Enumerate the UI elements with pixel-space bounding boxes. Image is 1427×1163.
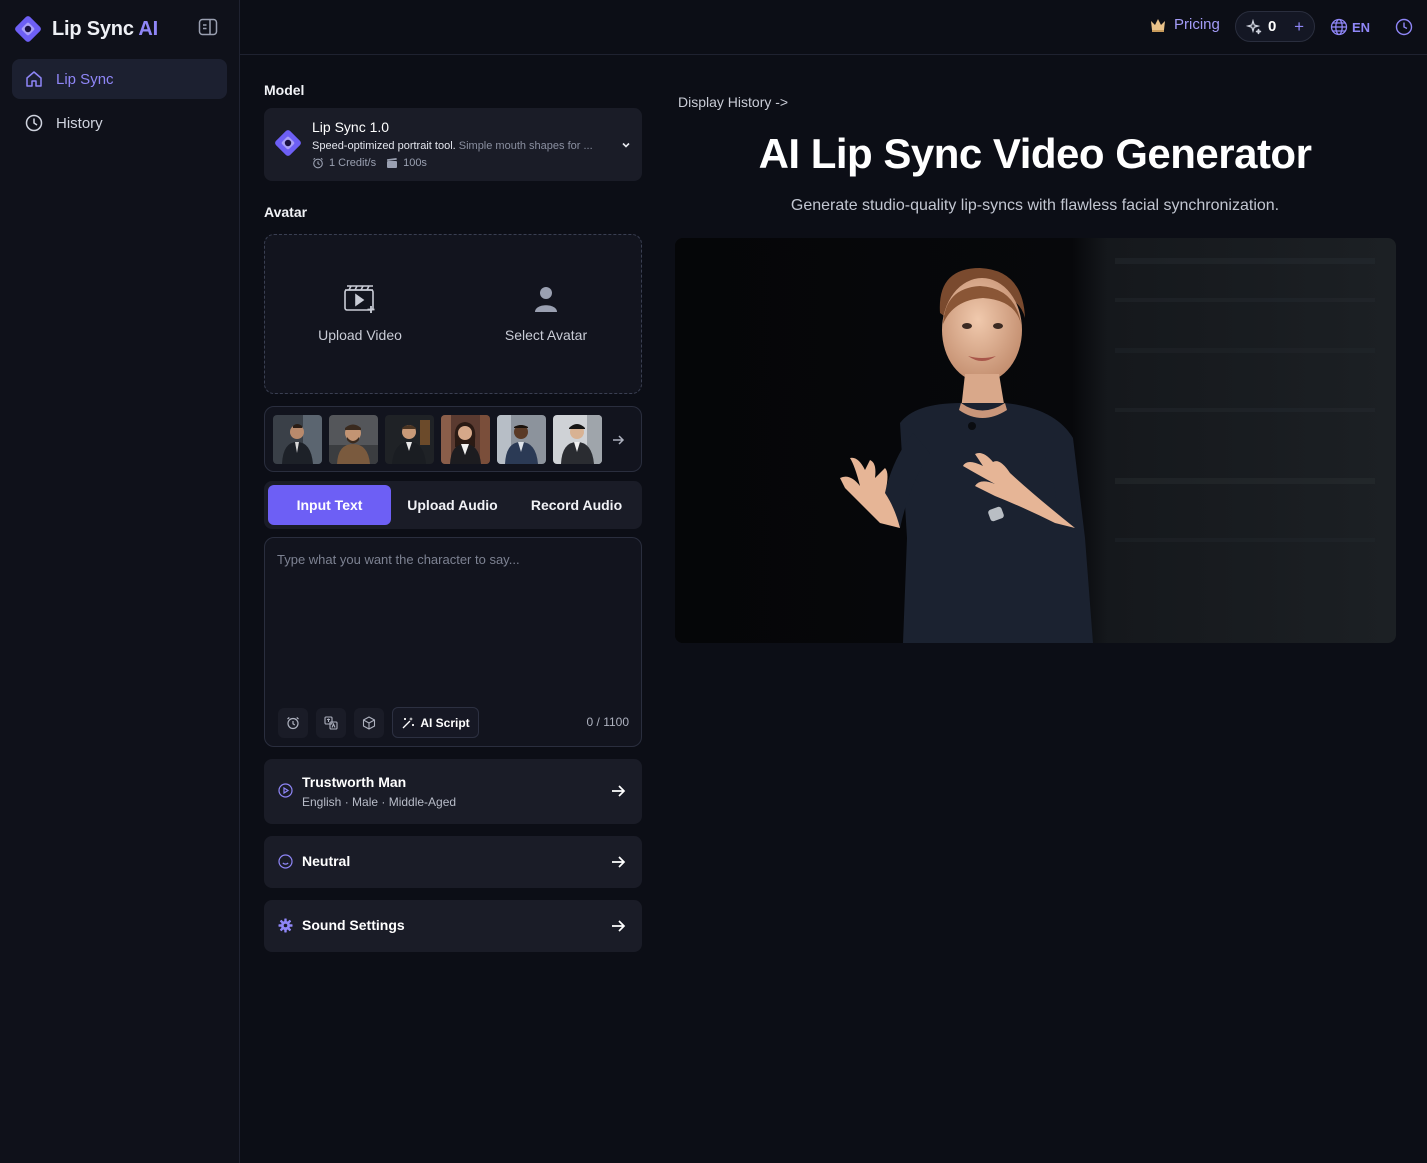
avatar-thumb[interactable] (553, 415, 602, 464)
upload-video-button[interactable]: Upload Video (270, 283, 450, 343)
smiley-icon (278, 854, 293, 869)
input-mode-tabs: Input Text Upload Audio Record Audio (264, 481, 642, 529)
brand-name: Lip Sync AI (52, 17, 158, 40)
model-selector[interactable]: Lip Sync 1.0 Speed-optimized portrait to… (264, 108, 642, 181)
demo-video[interactable] (675, 238, 1396, 643)
add-credits-button[interactable]: + (1294, 17, 1304, 37)
emotion-name: Neutral (302, 853, 351, 869)
chevron-down-icon (620, 138, 632, 150)
sparkle-icon (1245, 18, 1262, 35)
voice-selector[interactable]: Trustworth Man English · Male · Middle-A… (264, 759, 642, 824)
avatar-presets (264, 406, 642, 472)
play-circle-icon (278, 783, 293, 798)
page-title: AI Lip Sync Video Generator (758, 130, 1312, 177)
voice-details: English · Male · Middle-Aged (302, 795, 457, 809)
model-title: Lip Sync 1.0 (312, 119, 390, 135)
arrow-right-icon[interactable] (611, 433, 625, 447)
alarm-tool-button[interactable] (278, 708, 308, 738)
sidebar: Lip Sync AI Lip Sync History (0, 0, 240, 1163)
pricing-link[interactable]: Pricing (1149, 16, 1220, 33)
arrow-right-icon (610, 918, 626, 934)
ai-script-button[interactable]: AI Script (392, 707, 479, 738)
display-history-link[interactable]: Display History -> (678, 94, 788, 110)
clapper-icon (387, 158, 398, 168)
arrow-right-icon (610, 854, 626, 870)
sidebar-item-label: Lip Sync (56, 70, 114, 88)
translate-icon (324, 716, 338, 730)
avatar-thumb[interactable] (273, 415, 322, 464)
avatar-thumb[interactable] (497, 415, 546, 464)
avatar-upload-area: Upload Video Select Avatar (264, 234, 642, 394)
voice-name: Trustworth Man (302, 774, 407, 790)
emotion-selector[interactable]: Neutral (264, 836, 642, 888)
sound-settings-button[interactable]: Sound Settings (264, 900, 642, 952)
model-section-label: Model (264, 82, 305, 98)
script-input-box: AI Script 0 / 1100 (264, 537, 642, 747)
crown-icon (1149, 17, 1167, 33)
translate-tool-button[interactable] (316, 708, 346, 738)
script-textarea[interactable] (277, 552, 627, 692)
arrow-right-icon (610, 783, 626, 799)
history-clock-icon[interactable] (1395, 18, 1413, 36)
avatar-thumb[interactable] (329, 415, 378, 464)
model-description: Speed-optimized portrait tool. Simple mo… (312, 140, 593, 152)
select-avatar-button[interactable]: Select Avatar (456, 283, 636, 343)
alarm-icon (287, 717, 299, 730)
sidebar-item-lip-sync[interactable]: Lip Sync (12, 59, 227, 99)
alarm-icon (313, 157, 323, 169)
avatar-section-label: Avatar (264, 204, 308, 220)
avatar-thumb[interactable] (385, 415, 434, 464)
sidebar-item-history[interactable]: History (12, 103, 227, 143)
brand[interactable]: Lip Sync AI (12, 12, 158, 46)
credits-count: 0 (1268, 18, 1277, 35)
clock-icon (24, 113, 44, 133)
sidebar-item-label: History (56, 114, 103, 132)
sound-settings-label: Sound Settings (302, 917, 405, 933)
home-icon (24, 69, 44, 89)
user-icon (456, 283, 636, 315)
top-bar: Pricing 0 + EN (240, 0, 1427, 55)
video-upload-icon (270, 283, 450, 315)
tab-input-text[interactable]: Input Text (268, 485, 391, 525)
cube-icon (362, 716, 376, 730)
tab-record-audio[interactable]: Record Audio (515, 485, 638, 525)
cube-tool-button[interactable] (354, 708, 384, 738)
sidebar-collapse-icon[interactable] (198, 18, 220, 38)
tab-upload-audio[interactable]: Upload Audio (391, 485, 514, 525)
magic-wand-icon (402, 716, 415, 728)
character-count: 0 / 1100 (586, 715, 629, 729)
globe-icon (1330, 18, 1348, 36)
avatar-thumb[interactable] (441, 415, 490, 464)
model-meta: 1 Credit/s 100s (312, 157, 427, 169)
model-logo-icon (272, 127, 304, 159)
credits-pill[interactable]: 0 + (1235, 11, 1315, 42)
brand-logo-icon (12, 13, 44, 45)
language-selector[interactable]: EN (1330, 18, 1370, 36)
gear-icon (278, 918, 293, 933)
page-subtitle: Generate studio-quality lip-syncs with f… (790, 197, 1280, 214)
